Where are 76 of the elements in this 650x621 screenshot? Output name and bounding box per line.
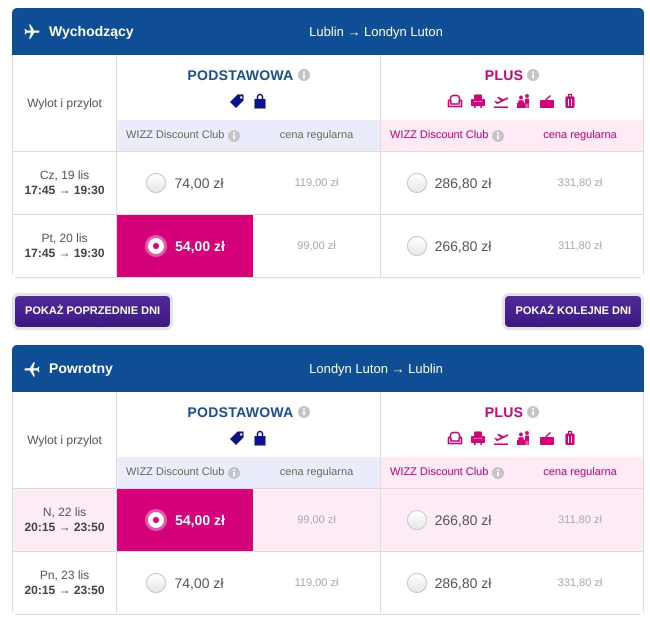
flight-date: Cz, 19 lis — [40, 168, 90, 183]
regular-price: 119,00 zł — [294, 576, 338, 591]
people-icon — [516, 430, 532, 446]
radio-button[interactable] — [146, 573, 166, 593]
club-price: 74,00 zł — [174, 574, 224, 592]
radio-button[interactable] — [145, 509, 168, 531]
club-price-label: WIZZ Discount Club — [126, 128, 224, 144]
day-navigation-button[interactable]: POKAŻ KOLEJNE DNI — [502, 293, 644, 330]
regular-price: 311,80 zł — [558, 238, 602, 254]
regular-price-label: cena regularna — [543, 465, 617, 480]
regular-price-label: cena regularna — [280, 128, 354, 144]
selected-fare-cell[interactable]: 54,00 zł — [117, 215, 253, 277]
people-icon — [516, 93, 532, 109]
info-icon — [228, 466, 240, 478]
info-icon — [527, 69, 540, 81]
radio-button[interactable] — [146, 173, 166, 193]
fare-name: PLUS — [484, 66, 524, 84]
info-icon — [228, 130, 240, 142]
radio-button[interactable] — [406, 510, 427, 530]
flight-times: 17:45 → 19:30 — [24, 183, 105, 198]
selected-fare-cell[interactable]: 54,00 zł — [117, 489, 253, 551]
tag-icon — [229, 93, 245, 109]
tag-icon — [229, 430, 245, 446]
seat-icon — [470, 430, 486, 446]
armchair-icon — [446, 93, 462, 109]
info-icon — [492, 466, 504, 478]
airplane-icon — [23, 22, 41, 40]
club-price: 54,00 zł — [175, 236, 225, 256]
flight-date: Pt, 20 lis — [41, 231, 88, 246]
column-header: Wylot i przylot — [27, 95, 102, 112]
regular-price-label: cena regularna — [543, 128, 617, 144]
flight-times: 17:45 → 19:30 — [24, 246, 105, 261]
flight-times: 20:15 → 23:50 — [24, 520, 105, 535]
club-price: 286,80 zł — [434, 174, 492, 192]
route: Londyn Luton → Lublin — [309, 360, 443, 378]
info-icon — [298, 406, 310, 418]
info-icon — [298, 69, 310, 81]
handbag-icon — [538, 93, 554, 109]
regular-price: 311,80 zł — [558, 512, 602, 528]
route: Lublin → Londyn Luton — [309, 22, 443, 41]
regular-price: 99,00 zł — [297, 512, 336, 528]
club-price: 74,00 zł — [174, 174, 224, 192]
flight-times: 20:15 → 23:50 — [24, 583, 105, 598]
radio-button[interactable] — [406, 173, 427, 193]
club-price-label: WIZZ Discount Club — [390, 465, 488, 480]
info-icon — [527, 406, 540, 418]
flight-date: Pn, 23 lis — [40, 568, 90, 583]
radio-button[interactable] — [406, 573, 427, 593]
section-title: Powrotny — [49, 359, 113, 378]
radio-button[interactable] — [145, 235, 168, 257]
regular-price: 331,80 zł — [558, 576, 602, 591]
airplane-icon — [23, 360, 41, 378]
bag-icon — [252, 93, 268, 109]
handbag-icon — [538, 430, 554, 446]
bag-icon — [252, 430, 268, 446]
column-header: Wylot i przylot — [27, 432, 102, 449]
seat-icon — [470, 93, 486, 109]
section-title: Wychodzący — [49, 22, 134, 41]
club-price-label: WIZZ Discount Club — [126, 465, 224, 480]
regular-price-label: cena regularna — [280, 465, 354, 480]
armchair-icon — [446, 430, 462, 446]
flight-date: N, 22 lis — [42, 505, 86, 520]
club-price: 286,80 zł — [434, 574, 492, 592]
regular-price: 99,00 zł — [297, 238, 336, 254]
radio-button[interactable] — [406, 236, 427, 256]
club-price: 266,80 zł — [434, 236, 492, 256]
club-price: 266,80 zł — [434, 510, 492, 530]
club-price-label: WIZZ Discount Club — [390, 128, 488, 144]
club-price: 54,00 zł — [175, 510, 225, 530]
regular-price: 119,00 zł — [294, 176, 338, 191]
regular-price: 331,80 zł — [558, 176, 602, 191]
info-icon — [492, 130, 504, 142]
day-navigation-button[interactable]: POKAŻ POPRZEDNIE DNI — [12, 293, 174, 330]
fare-name: PODSTAWOWA — [187, 66, 294, 84]
fare-name: PODSTAWOWA — [187, 402, 294, 422]
fare-name: PLUS — [484, 402, 524, 422]
